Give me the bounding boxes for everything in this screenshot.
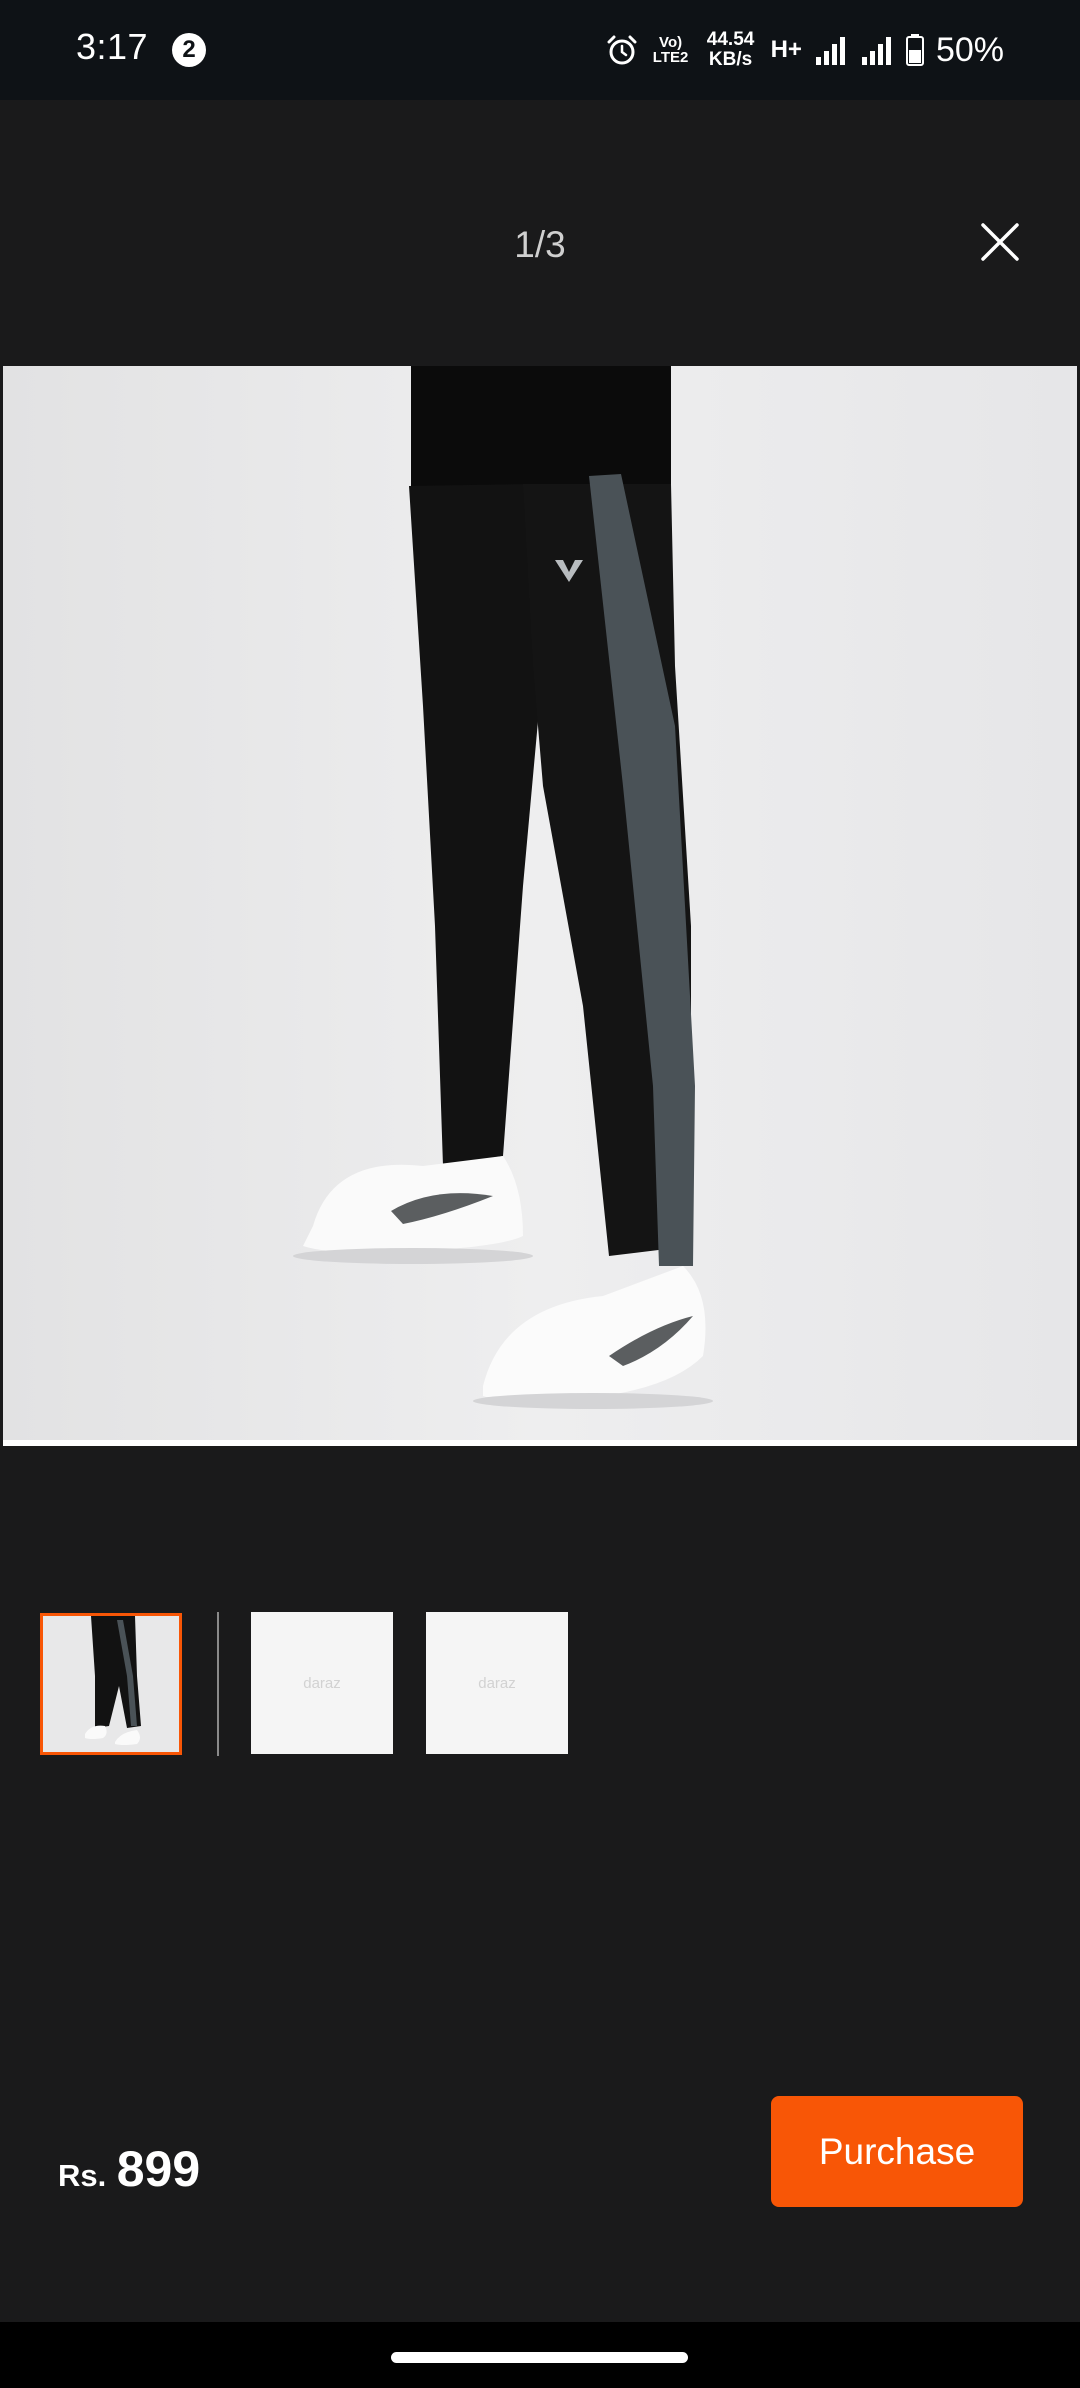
thumbnail-1[interactable] [40,1613,182,1755]
signal-icon [815,37,845,65]
price-currency: Rs. [58,2158,107,2193]
network-speed-unit: KB/s [708,49,753,70]
notification-count-badge: 2 [172,33,206,67]
volte-bottom-label: LTE2 [652,49,689,66]
alarm-icon [607,35,637,65]
status-bar: 3:17 2 Vo) LTE2 44.54 KB/s H+ 50% [0,0,1080,100]
status-time: 3:17 [76,26,149,67]
network-type-label: H+ [770,36,802,63]
product-image[interactable] [3,366,1077,1444]
thumbnail-divider [217,1612,219,1756]
purchase-button[interactable]: Purchase [771,2096,1023,2207]
signal-icon-sim2 [861,37,891,65]
thumbnail-placeholder-logo: daraz [478,1674,516,1692]
thumbnail-strip: daraz daraz [0,1612,1080,1758]
gallery-header: 1/3 [0,100,1080,365]
network-speed: 44.54 KB/s [703,30,759,70]
price: Rs. 899 [58,2140,200,2198]
navigation-bar [0,2322,1080,2388]
close-icon[interactable] [976,218,1024,266]
price-value: 899 [116,2141,201,2197]
network-speed-value: 44.54 [706,29,755,50]
product-photo [3,366,1077,1444]
home-gesture-handle[interactable] [391,2352,688,2363]
status-icons: Vo) LTE2 44.54 KB/s H+ 50% [605,22,1004,78]
thumbnail-3[interactable]: daraz [426,1612,568,1754]
battery-percent: 50% [935,30,1004,69]
image-bottom-border [3,1440,1077,1446]
page-indicator: 1/3 [514,224,566,265]
thumbnail-2[interactable]: daraz [251,1612,393,1754]
battery-icon [905,34,924,66]
volte-top-label: Vo) [659,34,683,51]
thumbnail-placeholder-logo: daraz [303,1674,341,1692]
volte-icon: Vo) LTE2 [651,35,691,65]
thumbnail-1-image [43,1616,179,1752]
